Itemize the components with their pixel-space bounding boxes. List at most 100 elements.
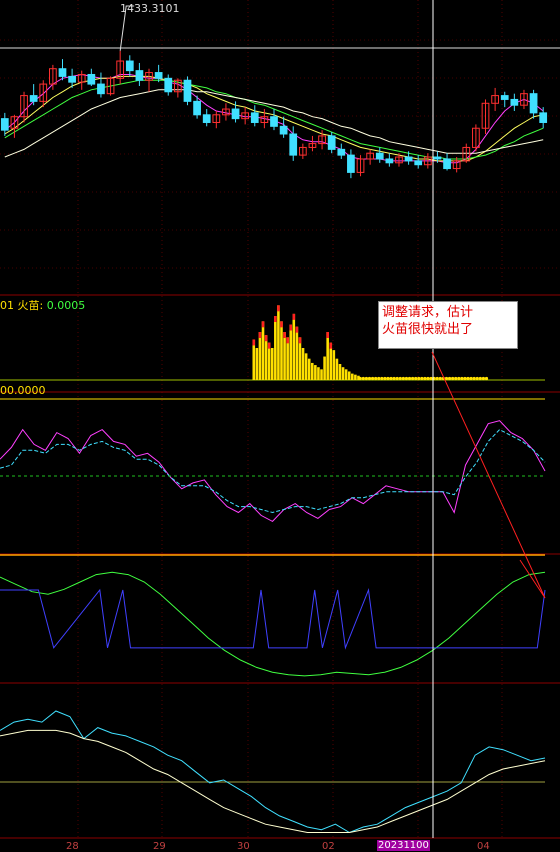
flame-dot (404, 376, 409, 381)
flame-bar (310, 362, 314, 380)
candle-body (164, 77, 173, 93)
flame-bar-tip (292, 313, 296, 320)
flame-bar (354, 374, 357, 380)
flame-dot (361, 376, 365, 381)
flame-bar (280, 321, 283, 380)
x-tick-02: 02 (322, 841, 335, 852)
flame-bar-tip (264, 335, 268, 342)
oscillator-series-line (0, 710, 546, 834)
flame-bar (274, 316, 277, 380)
oscillator-panel-1 (0, 398, 546, 523)
oscillator-panel-2 (0, 554, 546, 677)
flame-dot (460, 376, 464, 381)
flame-dot (377, 376, 381, 381)
candle-body (443, 158, 451, 170)
flame-bar (335, 358, 339, 380)
flame-dot (383, 376, 387, 381)
candle-body (510, 98, 519, 106)
candle-body (433, 156, 442, 160)
flame-bar-tip (258, 332, 262, 338)
candle-body (202, 114, 211, 123)
candle-body (231, 108, 240, 120)
oscillator-step-line (0, 588, 546, 650)
candle-body (87, 73, 96, 85)
flame-dot (466, 376, 470, 381)
flame-legend-prefix: 01 (0, 299, 18, 312)
candle-body (337, 148, 346, 156)
flame-bar-tip (289, 324, 293, 331)
x-tick-04: 04 (477, 841, 490, 852)
max-price-label: 1433.3101 (120, 2, 180, 15)
flame-dot (438, 376, 442, 381)
candle-body (347, 154, 355, 173)
flame-bar-tip (277, 305, 280, 312)
candle-body (279, 125, 288, 135)
flame-bar-tip (267, 342, 271, 349)
flame-dot (429, 376, 433, 381)
candle-body (135, 70, 144, 81)
flame-bar (351, 373, 354, 380)
flame-dot (370, 376, 375, 381)
candle-body (270, 116, 278, 127)
candle-body (385, 158, 394, 164)
flame-dot (484, 376, 489, 381)
flame-bar (277, 305, 280, 380)
flame-bar (301, 348, 305, 380)
oscillator-series-line (0, 571, 546, 677)
flame-bar-tip (298, 337, 302, 344)
flame-dot (407, 376, 412, 381)
flame-dot (454, 376, 458, 381)
candle-body (58, 68, 67, 77)
flame-bar (326, 332, 329, 380)
flame-bar (292, 313, 296, 380)
flame-dot (472, 376, 476, 381)
x-tick-28: 28 (66, 841, 79, 852)
flame-dot (444, 376, 449, 381)
flame-dot (358, 376, 362, 381)
flame-dot (389, 376, 393, 381)
flame-dot (398, 376, 402, 381)
x-cursor-date: 20231100 (377, 840, 430, 851)
candle-body (289, 133, 298, 156)
flame-bar-tip (283, 332, 286, 338)
annotation-line-1: 调整请求，估计 (382, 305, 474, 320)
candle-body (193, 100, 201, 116)
flame-bar (344, 369, 348, 380)
flame-dot (410, 376, 415, 381)
flame-bar-tip (261, 321, 265, 328)
annotation-arrow (431, 351, 546, 599)
flame-bar-tip (295, 326, 299, 333)
flame-legend-name: 火苗: (17, 299, 47, 312)
flame-bar-tip (280, 321, 283, 328)
flame-bar (338, 364, 342, 380)
flame-dot (364, 376, 369, 381)
annotation-note: 调整请求，估计 火苗很快就出了 (378, 301, 518, 349)
flame-bar (347, 371, 351, 380)
flame-dot (392, 376, 396, 381)
flame-bar (320, 369, 323, 380)
price-panel (0, 5, 548, 179)
candle-body (250, 112, 259, 123)
flame-dot (481, 376, 486, 381)
flame-bar (264, 335, 268, 380)
candle-body (29, 95, 38, 102)
candle-body (125, 60, 134, 72)
flame-legend: 01 火苗: 0.0005 (0, 297, 85, 313)
candle-body (183, 79, 192, 102)
flame-dot (469, 376, 473, 381)
flame-bar-tip (326, 332, 329, 338)
oscillator-panel-3 (0, 710, 546, 834)
flame-bar (332, 350, 336, 380)
candle-body (68, 75, 76, 83)
candle-body (500, 95, 509, 100)
flame-dot (401, 376, 405, 381)
flame-dot (395, 376, 399, 381)
candle-body (0, 118, 9, 131)
flame-bar-tip (252, 339, 256, 346)
flame-bar (341, 367, 345, 380)
candle-body (529, 93, 538, 114)
flame-dot (426, 376, 430, 381)
candle-body (97, 83, 105, 95)
flame-bar (258, 332, 262, 380)
flame-dot (435, 376, 439, 381)
